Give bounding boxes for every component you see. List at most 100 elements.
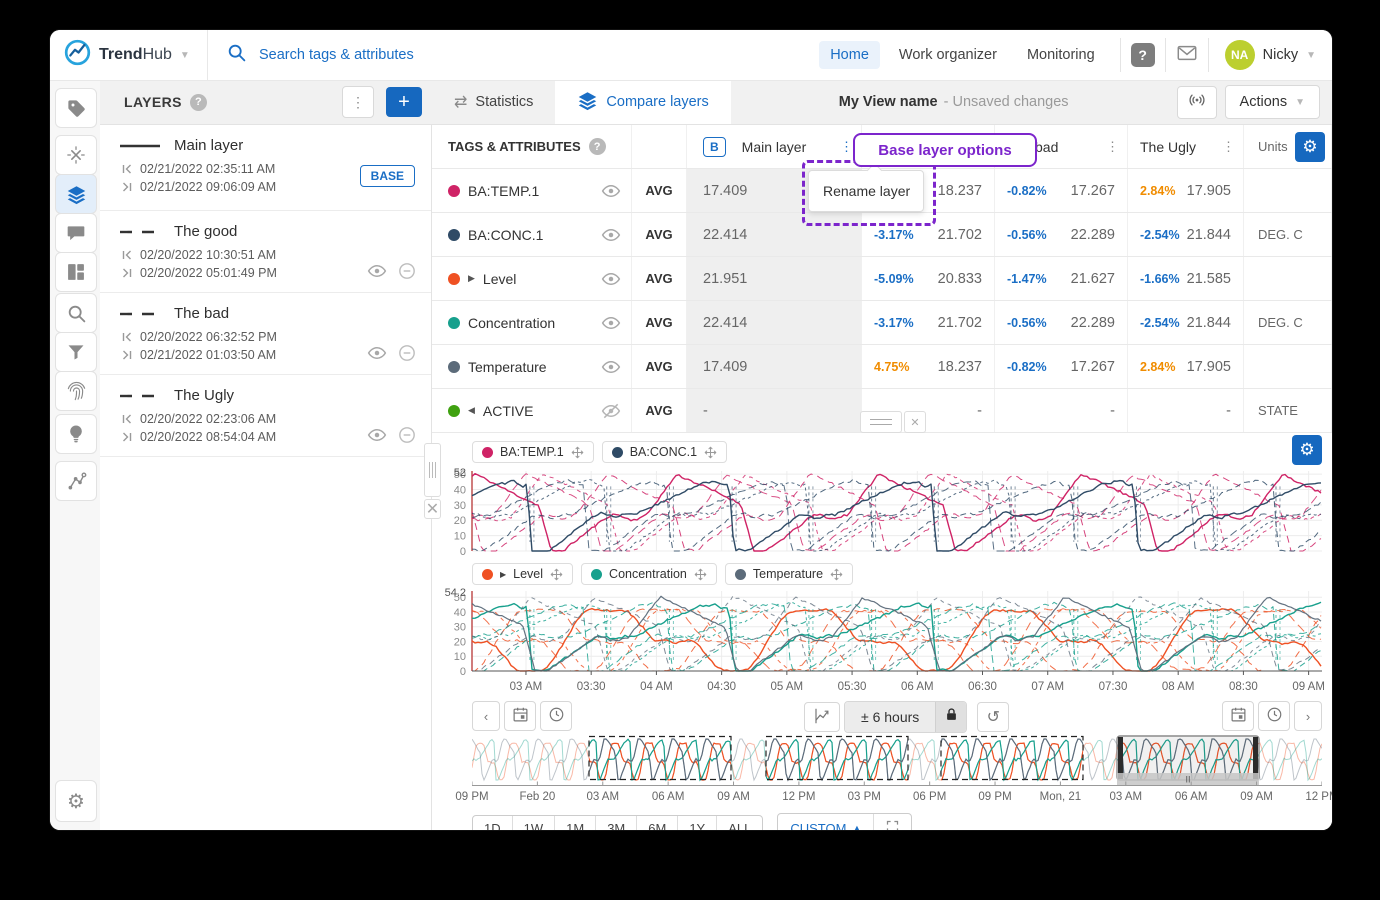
live-mode-button[interactable] [1177, 86, 1217, 119]
sidebar-graph-button[interactable] [55, 461, 97, 501]
layer-item-the-bad[interactable]: The bad02/20/2022 06:32:52 PM02/21/2022 … [100, 293, 431, 375]
legend-chip-concentration[interactable]: Concentration [581, 563, 717, 585]
expand-right-icon[interactable]: ▶ [468, 273, 475, 284]
sidebar-search-button[interactable] [55, 293, 97, 333]
timeline-tick: 03 AM [1109, 791, 1142, 803]
legend-chip-level[interactable]: ▶Level [472, 563, 573, 585]
duration-lock-button[interactable] [935, 702, 966, 732]
base-layer-badge: BASE [360, 165, 415, 187]
table-row[interactable]: TemperatureAVG17.4094.75%18.237-0.82%17.… [432, 345, 1332, 389]
tag-visibility-button[interactable] [601, 181, 621, 201]
range-preset-all[interactable]: ALL [716, 816, 762, 831]
range-preset-1y[interactable]: 1Y [677, 816, 716, 831]
tab-compare-layers[interactable]: Compare layers [555, 80, 730, 124]
sidebar-comment-button[interactable] [55, 213, 97, 253]
help-button[interactable]: ? [1131, 43, 1155, 67]
caret-up-icon: ▲ [852, 823, 861, 830]
range-preset-3m[interactable]: 3M [595, 816, 636, 831]
tag-name: BA:CONC.1 [468, 227, 593, 243]
custom-range-button[interactable]: CUSTOM▲ [778, 814, 873, 830]
layer-visibility-button[interactable] [367, 425, 387, 450]
layer-item-main-layer[interactable]: Main layer02/21/2022 02:35:11 AM02/21/20… [100, 125, 431, 211]
compare-scale-button[interactable] [804, 702, 840, 732]
sidebar-layers-button[interactable] [55, 174, 97, 214]
aggregation-label: AVG [632, 213, 687, 256]
expand-left-icon[interactable]: ◀ [468, 405, 475, 416]
calendar-end-button[interactable] [1222, 701, 1254, 731]
legend-label: BA:CONC.1 [630, 445, 697, 459]
sidebar-dashboard-button[interactable] [55, 252, 97, 292]
expand-range-button[interactable] [873, 814, 911, 830]
ugly-menu-button[interactable]: ⋮ [1214, 139, 1243, 155]
legend-chip-ba-conc-1[interactable]: BA:CONC.1 [602, 441, 727, 463]
table-settings-button[interactable]: ⚙ [1295, 132, 1325, 162]
splitter-drag-handle[interactable] [860, 411, 902, 433]
x-axis-tick: 04 AM [640, 681, 673, 693]
brand[interactable]: TrendHub ▼ [50, 30, 208, 80]
add-layer-button[interactable]: + [386, 87, 422, 117]
range-preset-1w[interactable]: 1W [512, 816, 555, 831]
tags-help-icon[interactable]: ? [589, 138, 606, 155]
nav-item-work-organizer[interactable]: Work organizer [888, 41, 1008, 69]
selection-right-handle[interactable] [1253, 737, 1258, 779]
range-preset-1m[interactable]: 1M [554, 816, 595, 831]
clock-end-button[interactable] [1258, 701, 1290, 731]
tag-visibility-button[interactable] [601, 269, 621, 289]
sidebar-fingerprint-button[interactable] [55, 371, 97, 411]
actions-button[interactable]: Actions▼ [1225, 85, 1320, 119]
sidebar-tag-button[interactable] [55, 88, 97, 128]
panel-close-button[interactable]: ✕ [424, 499, 441, 519]
layer-line-style-icon [120, 144, 160, 148]
layer-item-the-ugly[interactable]: The Ugly02/20/2022 02:23:06 AM02/20/2022… [100, 375, 431, 457]
brand-caret-icon[interactable]: ▼ [180, 50, 190, 61]
pan-right-button[interactable]: › [1294, 701, 1322, 731]
legend-chip-temperature[interactable]: Temperature [725, 563, 853, 585]
tag-visibility-button[interactable] [601, 225, 621, 245]
layer-remove-button[interactable] [397, 261, 417, 286]
tab-statistics[interactable]: ⇄ Statistics [432, 80, 555, 124]
tag-visibility-button[interactable] [601, 357, 621, 377]
range-preset-6m[interactable]: 6M [636, 816, 677, 831]
tag-visibility-button[interactable] [601, 401, 621, 421]
trend-chart-1[interactable]: 5040302010052 [438, 467, 1326, 559]
sidebar-filter-button[interactable] [55, 332, 97, 372]
pan-left-button[interactable]: ‹ [472, 701, 500, 731]
bad-menu-button[interactable]: ⋮ [1098, 139, 1127, 155]
ugly-delta-pct: -2.54% [1140, 316, 1180, 330]
layers-menu-button[interactable]: ⋮ [342, 86, 374, 118]
ugly-layer-cell: 2.84%17.905 [1128, 345, 1244, 388]
range-preset-1d[interactable]: 1D [473, 816, 512, 831]
table-row[interactable]: ▶LevelAVG21.951-5.09%20.833-1.47%21.627-… [432, 257, 1332, 301]
settings-rail-button[interactable]: ⚙ [55, 780, 97, 822]
nav-item-monitoring[interactable]: Monitoring [1016, 41, 1106, 69]
tag-visibility-button[interactable] [601, 313, 621, 333]
layer-visibility-button[interactable] [367, 343, 387, 368]
duration-label[interactable]: ± 6 hours [845, 702, 935, 732]
sidebar-formula-button[interactable] [55, 135, 97, 175]
rename-layer-menu-item[interactable]: Rename layer [823, 183, 910, 199]
layer-item-the-good[interactable]: The good02/20/2022 10:30:51 AM02/20/2022… [100, 211, 431, 293]
layers-help-icon[interactable]: ? [190, 94, 207, 111]
sidebar-bulb-button[interactable] [55, 414, 97, 454]
calendar-start-button[interactable] [504, 701, 536, 731]
chart-settings-button[interactable]: ⚙ [1292, 435, 1322, 465]
panel-drag-handle[interactable] [424, 443, 441, 497]
history-button[interactable]: ↺ [977, 702, 1009, 732]
layer-remove-button[interactable] [397, 425, 417, 450]
overview-timeline[interactable]: II [472, 735, 1322, 787]
nav-item-home[interactable]: Home [819, 41, 880, 69]
search-input[interactable] [257, 46, 601, 64]
splitter-close-button[interactable]: ✕ [904, 411, 926, 433]
messages-button[interactable] [1176, 42, 1198, 69]
start-time-icon [122, 164, 132, 174]
layer-visibility-button[interactable] [367, 261, 387, 286]
trend-chart-2[interactable]: 5040302010054.2 [438, 587, 1326, 679]
user-menu[interactable]: NA Nicky ▼ [1219, 40, 1332, 70]
layer-remove-button[interactable] [397, 343, 417, 368]
clock-start-button[interactable] [540, 701, 572, 731]
table-row[interactable]: ConcentrationAVG22.414-3.17%21.702-0.56%… [432, 301, 1332, 345]
layer-name: The good [174, 223, 237, 240]
start-time-icon [122, 332, 132, 342]
legend-chip-ba-temp-1[interactable]: BA:TEMP.1 [472, 441, 594, 463]
selection-left-handle[interactable] [1118, 737, 1123, 779]
